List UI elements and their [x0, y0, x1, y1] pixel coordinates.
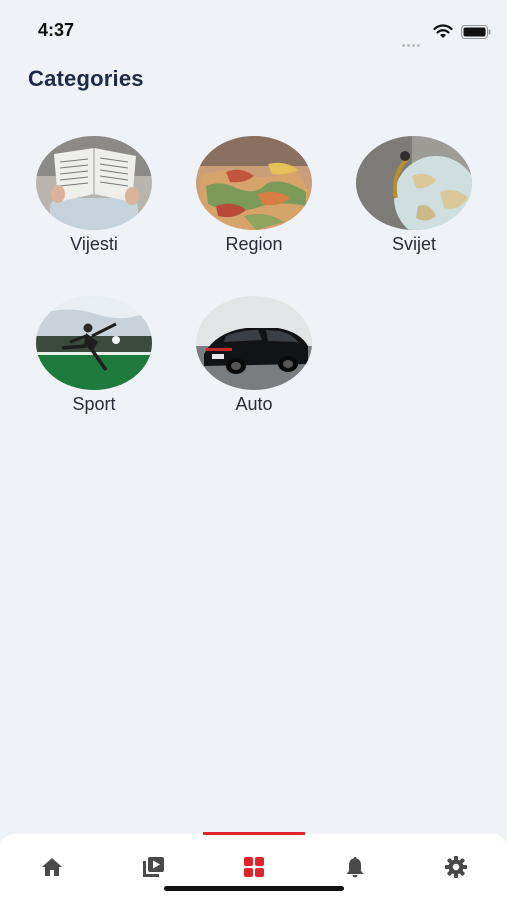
- status-bar: 4:37: [0, 0, 507, 60]
- newspaper-reader-photo: [36, 136, 152, 230]
- category-region[interactable]: Region: [179, 136, 329, 255]
- tab-settings[interactable]: [441, 852, 471, 882]
- grid-icon: [244, 857, 264, 877]
- tab-home[interactable]: [37, 852, 67, 882]
- globe-photo: [356, 136, 472, 230]
- bell-icon: [346, 857, 364, 878]
- home-icon: [42, 858, 62, 876]
- colorful-map-photo: [196, 136, 312, 230]
- category-sport[interactable]: Sport: [19, 296, 169, 415]
- tab-notifications[interactable]: [340, 852, 370, 882]
- category-label: Auto: [235, 394, 273, 414]
- category-label: Vijesti: [70, 234, 118, 254]
- category-vijesti[interactable]: Vijesti: [19, 136, 169, 255]
- home-indicator-bar: [164, 886, 344, 891]
- active-tab-indicator: [203, 832, 305, 835]
- category-label: Svijet: [391, 234, 436, 254]
- category-label: Region: [225, 234, 283, 254]
- battery-icon: [461, 25, 491, 39]
- category-auto[interactable]: Auto: [179, 296, 329, 415]
- tab-videos[interactable]: [138, 852, 168, 882]
- video-play-icon: [143, 857, 164, 877]
- tab-categories[interactable]: [239, 852, 269, 882]
- gear-icon: [445, 856, 467, 878]
- wifi-icon: [433, 24, 453, 38]
- black-car-photo: [196, 296, 312, 390]
- page-title: Categories: [28, 66, 144, 91]
- signal-dots-icon: [402, 34, 426, 47]
- category-label: Sport: [72, 394, 116, 414]
- status-time: 4:37: [38, 20, 75, 40]
- soccer-player-photo: [36, 296, 152, 390]
- category-svijet[interactable]: Svijet: [339, 136, 489, 255]
